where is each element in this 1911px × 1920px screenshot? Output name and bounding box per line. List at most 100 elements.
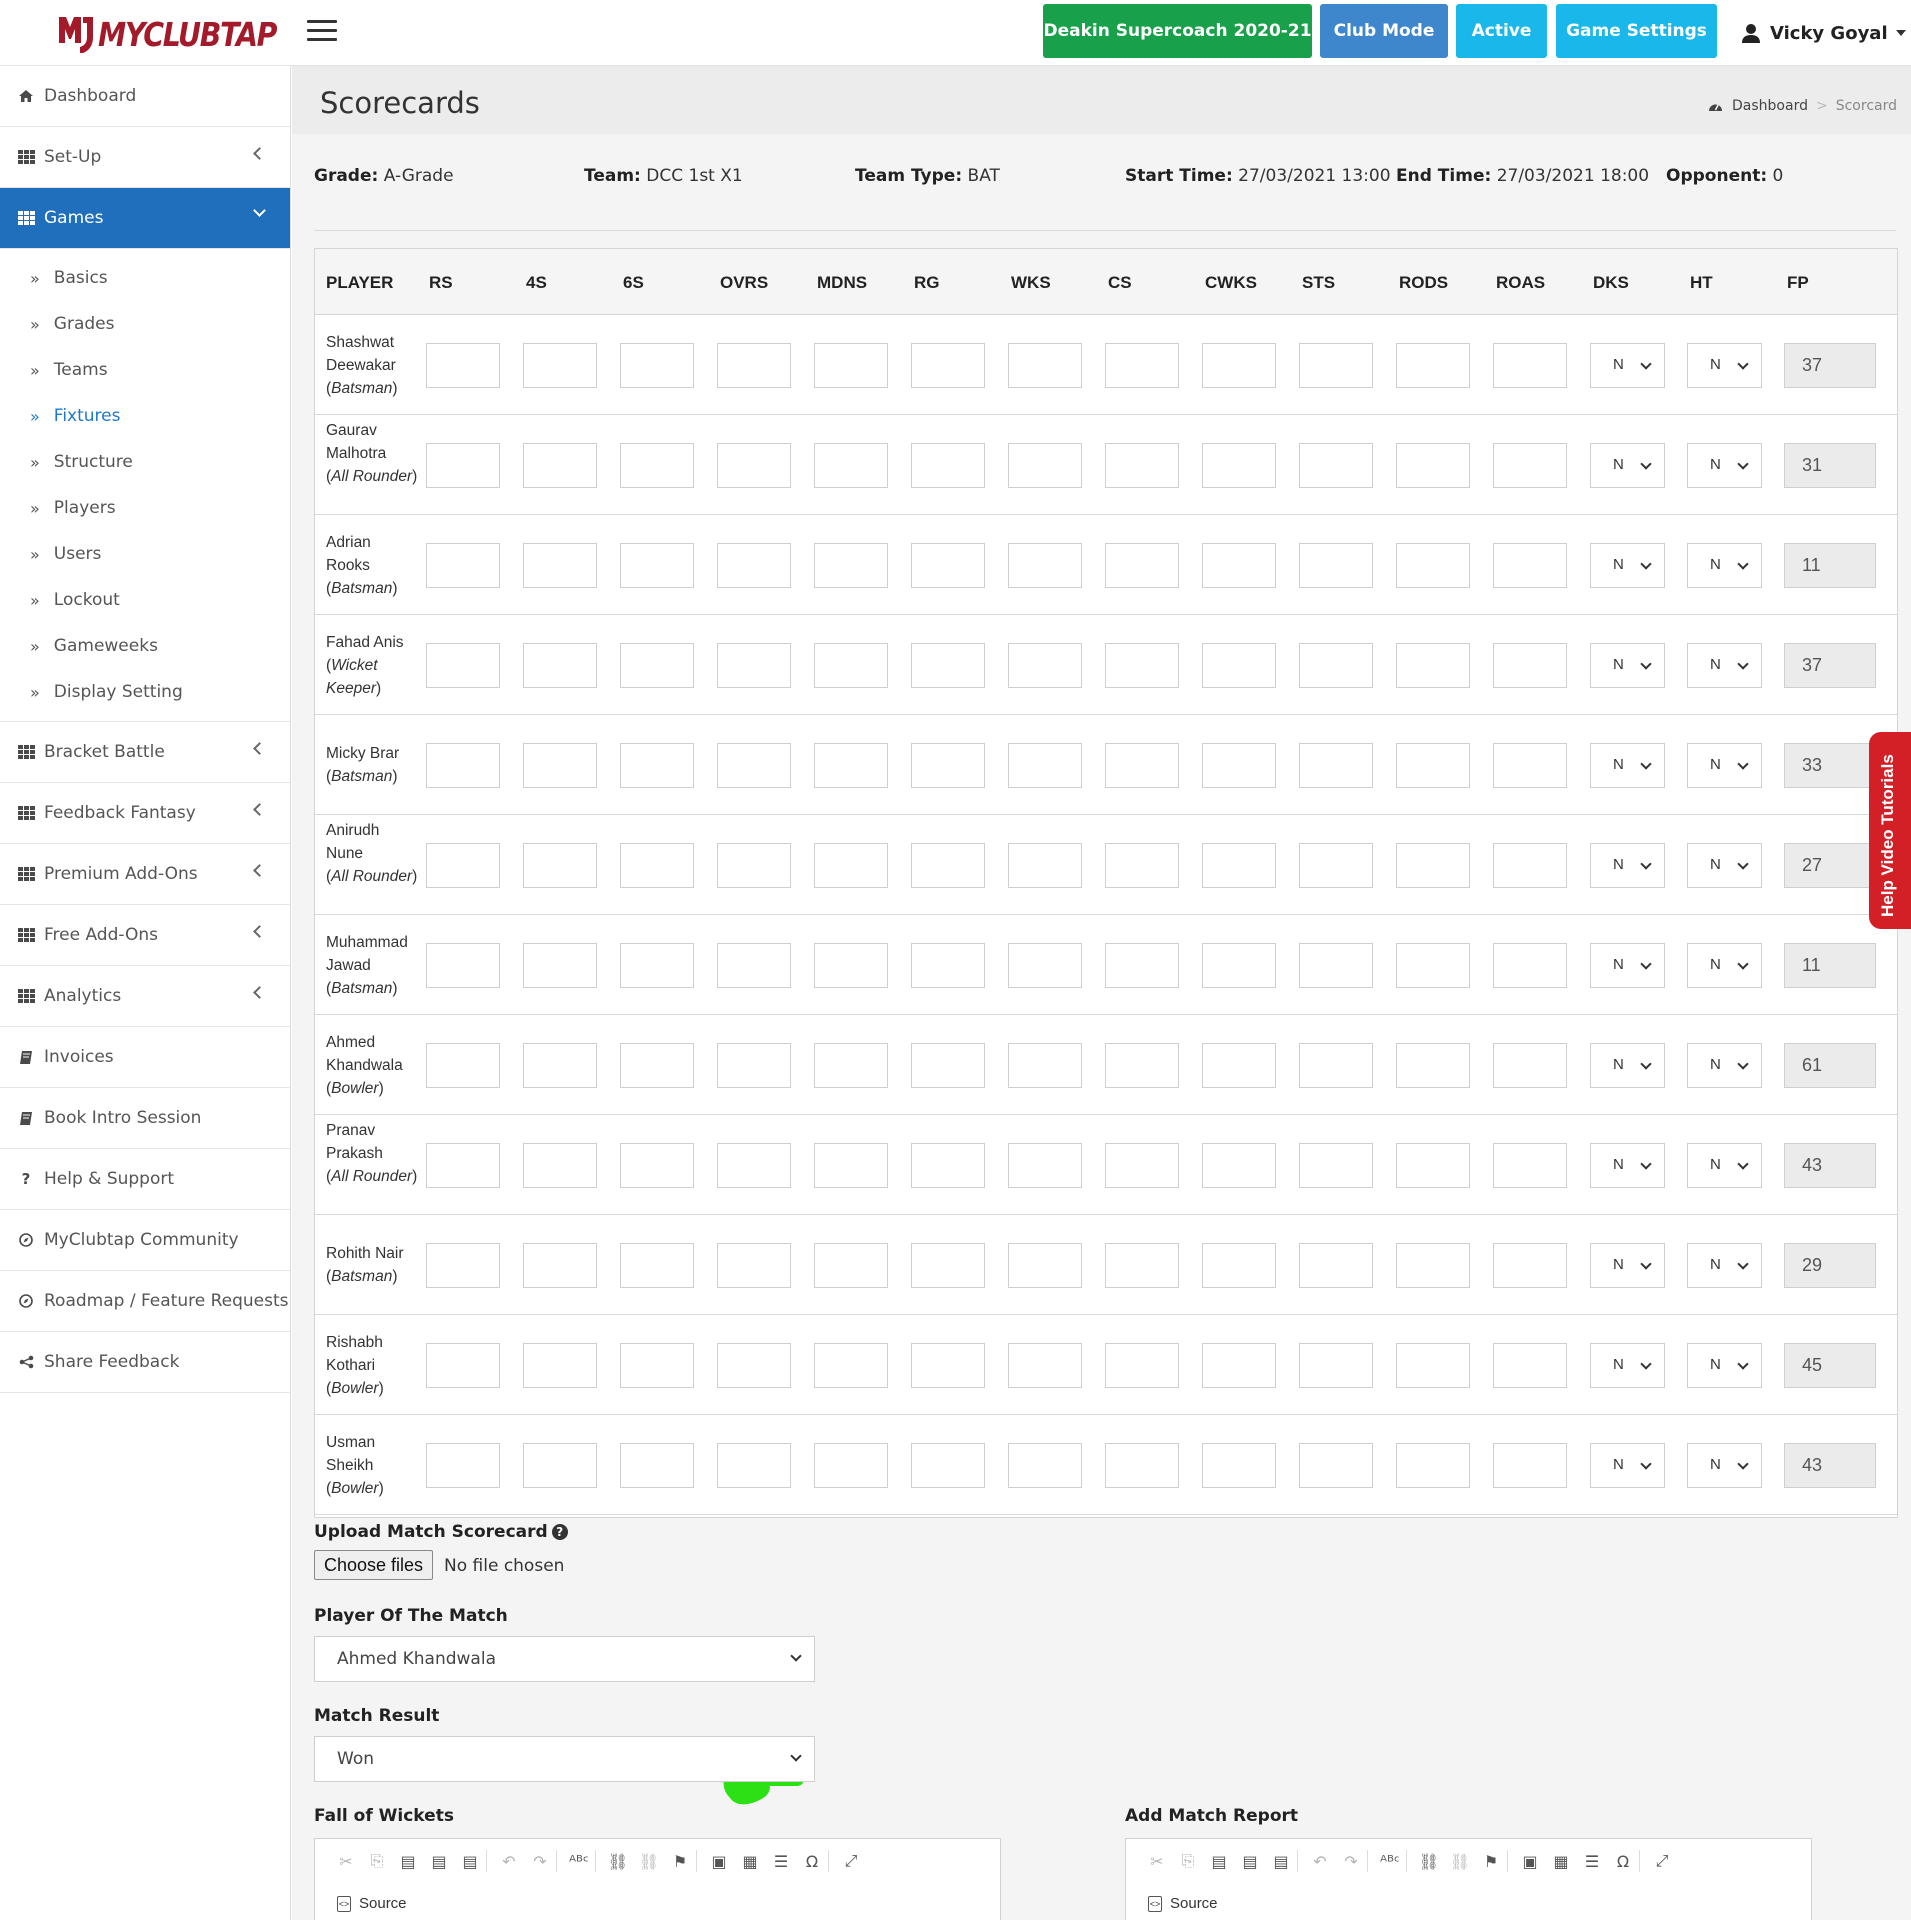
stat-input-rg[interactable] <box>911 942 985 988</box>
table-icon[interactable]: ▦ <box>1552 1852 1570 1871</box>
dks-select[interactable]: N <box>1590 542 1665 588</box>
ht-select[interactable]: N <box>1687 1042 1762 1088</box>
stat-input-rs[interactable] <box>426 342 500 388</box>
stat-input-rods[interactable] <box>1396 1142 1470 1188</box>
stat-input-rods[interactable] <box>1396 1242 1470 1288</box>
stat-input-wks[interactable] <box>1008 1242 1082 1288</box>
stat-input-6s[interactable] <box>620 542 694 588</box>
season-button[interactable]: Deakin Supercoach 2020-21 <box>1043 4 1312 58</box>
stat-input-sts[interactable] <box>1299 1242 1373 1288</box>
sidebar-item-games[interactable]: Games <box>0 188 290 249</box>
stat-input-6s[interactable] <box>620 442 694 488</box>
sidebar-item-free-add-ons[interactable]: Free Add-Ons <box>0 905 290 966</box>
stat-input-cs[interactable] <box>1105 442 1179 488</box>
redo-icon[interactable]: ↷ <box>531 1852 549 1871</box>
sidebar-item-invoices[interactable]: Invoices <box>0 1027 290 1088</box>
stat-input-rs[interactable] <box>426 1442 500 1488</box>
spellcheck-icon[interactable]: ᴬᴮᶜ <box>1380 1852 1400 1871</box>
ht-select[interactable]: N <box>1687 942 1762 988</box>
stat-input-sts[interactable] <box>1299 642 1373 688</box>
stat-input-rods[interactable] <box>1396 442 1470 488</box>
stat-input-4s[interactable] <box>523 342 597 388</box>
user-menu[interactable]: Vicky Goyal <box>1740 18 1906 48</box>
stat-input-cs[interactable] <box>1105 942 1179 988</box>
stat-input-cwks[interactable] <box>1202 1142 1276 1188</box>
sidebar-subitem-basics[interactable]: » Basics <box>0 255 290 301</box>
dks-select[interactable]: N <box>1590 1342 1665 1388</box>
stat-input-sts[interactable] <box>1299 842 1373 888</box>
sidebar-item-book-intro-session[interactable]: Book Intro Session <box>0 1088 290 1149</box>
stat-input-wks[interactable] <box>1008 342 1082 388</box>
stat-input-rg[interactable] <box>911 1442 985 1488</box>
stat-input-rods[interactable] <box>1396 942 1470 988</box>
dks-select[interactable]: N <box>1590 342 1665 388</box>
undo-icon[interactable]: ↶ <box>1311 1852 1329 1871</box>
help-video-tutorials-tab[interactable]: Help Video Tutorials <box>1869 732 1911 929</box>
sidebar-subitem-grades[interactable]: » Grades <box>0 301 290 347</box>
stat-input-sts[interactable] <box>1299 1342 1373 1388</box>
image-icon[interactable]: ▣ <box>1521 1852 1539 1871</box>
stat-input-6s[interactable] <box>620 1242 694 1288</box>
stat-input-roas[interactable] <box>1493 342 1567 388</box>
redo-icon[interactable]: ↷ <box>1342 1852 1360 1871</box>
sidebar-subitem-structure[interactable]: » Structure <box>0 439 290 485</box>
stat-input-rs[interactable] <box>426 442 500 488</box>
stat-input-cwks[interactable] <box>1202 942 1276 988</box>
ht-select[interactable]: N <box>1687 542 1762 588</box>
horizontal-line-icon[interactable]: ☰ <box>772 1852 790 1871</box>
stat-input-rs[interactable] <box>426 642 500 688</box>
stat-input-roas[interactable] <box>1493 1042 1567 1088</box>
result-select[interactable]: Won <box>314 1736 815 1782</box>
stat-input-rods[interactable] <box>1396 542 1470 588</box>
stat-input-rods[interactable] <box>1396 1442 1470 1488</box>
stat-input-mdns[interactable] <box>814 1242 888 1288</box>
stat-input-cs[interactable] <box>1105 1442 1179 1488</box>
unlink-icon[interactable]: ⛓ <box>639 1852 659 1871</box>
stat-input-cwks[interactable] <box>1202 1042 1276 1088</box>
stat-input-rs[interactable] <box>426 1042 500 1088</box>
dks-select[interactable]: N <box>1590 442 1665 488</box>
stat-input-sts[interactable] <box>1299 342 1373 388</box>
stat-input-ovrs[interactable] <box>717 1242 791 1288</box>
cut-icon[interactable]: ✂ <box>337 1852 355 1871</box>
stat-input-rg[interactable] <box>911 1242 985 1288</box>
stat-input-wks[interactable] <box>1008 1342 1082 1388</box>
stat-input-rs[interactable] <box>426 1242 500 1288</box>
stat-input-cwks[interactable] <box>1202 342 1276 388</box>
stat-input-wks[interactable] <box>1008 542 1082 588</box>
club-mode-button[interactable]: Club Mode <box>1320 4 1448 58</box>
stat-input-mdns[interactable] <box>814 742 888 788</box>
paste-word-icon[interactable]: ▤ <box>461 1852 479 1871</box>
stat-input-mdns[interactable] <box>814 342 888 388</box>
stat-input-rs[interactable] <box>426 742 500 788</box>
special-char-icon[interactable]: Ω <box>1614 1852 1632 1871</box>
stat-input-rs[interactable] <box>426 1342 500 1388</box>
stat-input-mdns[interactable] <box>814 1042 888 1088</box>
cut-icon[interactable]: ✂ <box>1148 1852 1166 1871</box>
stat-input-4s[interactable] <box>523 1442 597 1488</box>
stat-input-wks[interactable] <box>1008 942 1082 988</box>
stat-input-rods[interactable] <box>1396 1342 1470 1388</box>
anchor-icon[interactable]: ⚑ <box>671 1852 689 1871</box>
stat-input-wks[interactable] <box>1008 1042 1082 1088</box>
paste-text-icon[interactable]: ▤ <box>1241 1852 1259 1871</box>
stat-input-roas[interactable] <box>1493 542 1567 588</box>
sidebar-item-set-up[interactable]: Set-Up <box>0 127 290 188</box>
potm-select[interactable]: Ahmed Khandwala <box>314 1636 815 1682</box>
stat-input-4s[interactable] <box>523 1242 597 1288</box>
unlink-icon[interactable]: ⛓ <box>1450 1852 1470 1871</box>
stat-input-cs[interactable] <box>1105 342 1179 388</box>
stat-input-cs[interactable] <box>1105 742 1179 788</box>
stat-input-ovrs[interactable] <box>717 842 791 888</box>
ht-select[interactable]: N <box>1687 342 1762 388</box>
paste-icon[interactable]: ▤ <box>399 1852 417 1871</box>
stat-input-roas[interactable] <box>1493 1442 1567 1488</box>
sidebar-subitem-users[interactable]: » Users <box>0 531 290 577</box>
stat-input-wks[interactable] <box>1008 842 1082 888</box>
sidebar-item-roadmap[interactable]: Roadmap / Feature Requests <box>0 1271 290 1332</box>
sidebar-item-help-support[interactable]: ? Help & Support <box>0 1149 290 1210</box>
stat-input-4s[interactable] <box>523 542 597 588</box>
horizontal-line-icon[interactable]: ☰ <box>1583 1852 1601 1871</box>
stat-input-rs[interactable] <box>426 842 500 888</box>
source-button[interactable]: <> Source <box>1148 1895 1218 1912</box>
